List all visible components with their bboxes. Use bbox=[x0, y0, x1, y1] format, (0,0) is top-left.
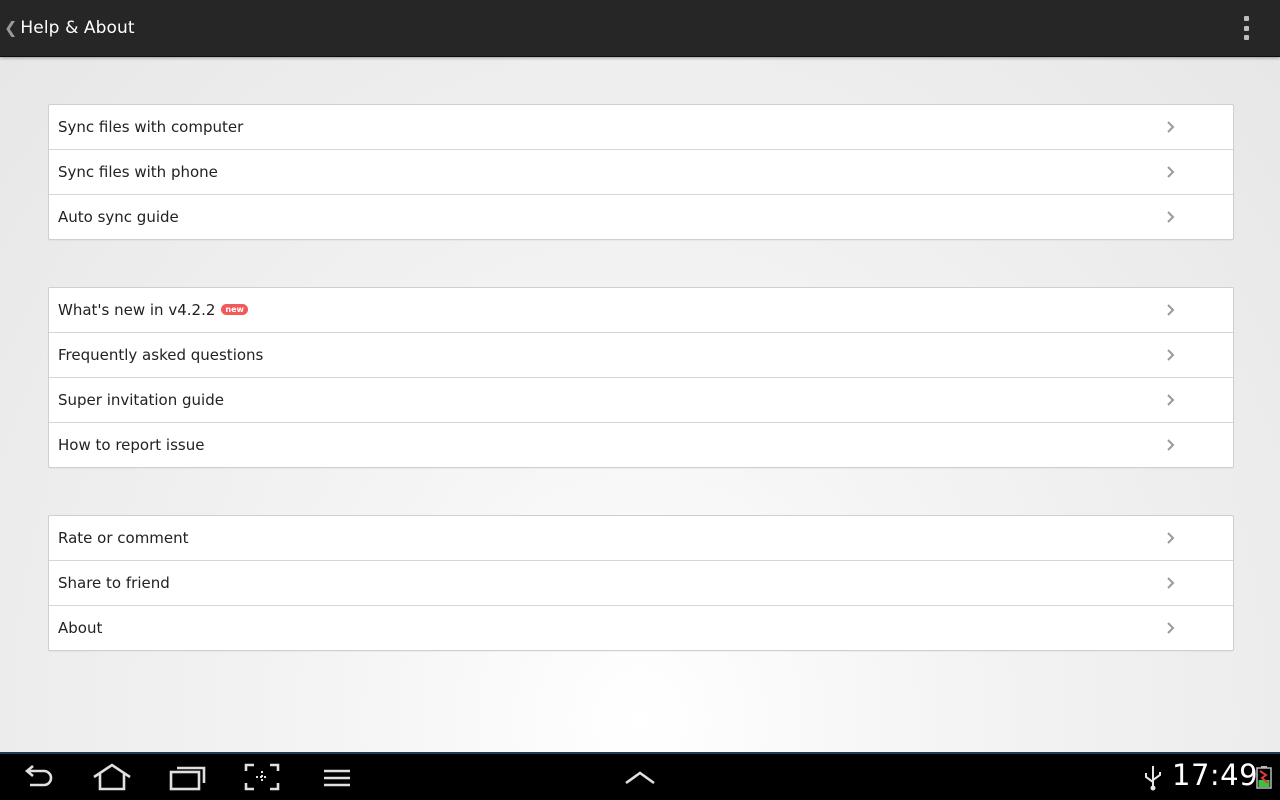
action-bar: ❮ Help & About bbox=[0, 0, 1280, 57]
chevron-right-icon bbox=[1167, 211, 1175, 223]
row-super-invitation[interactable]: Super invitation guide bbox=[49, 378, 1233, 423]
page-title: Help & About bbox=[20, 18, 135, 38]
row-label: Sync files with phone bbox=[58, 163, 218, 181]
chevron-right-icon bbox=[1167, 166, 1175, 178]
recent-apps-icon[interactable] bbox=[168, 762, 208, 794]
overflow-dot bbox=[1243, 16, 1249, 21]
row-about[interactable]: About bbox=[49, 606, 1233, 650]
chevron-right-icon bbox=[1167, 349, 1175, 361]
chevron-right-icon bbox=[1167, 439, 1175, 451]
row-label: How to report issue bbox=[58, 436, 205, 454]
whats-new-label: What's new in v4.2.2 bbox=[58, 301, 216, 319]
chevron-right-icon bbox=[1167, 121, 1175, 133]
overflow-dot bbox=[1243, 35, 1249, 40]
clock: 17:49 bbox=[1172, 758, 1259, 792]
row-report-issue[interactable]: How to report issue bbox=[49, 423, 1233, 467]
chevron-up-icon[interactable] bbox=[622, 762, 658, 794]
chevron-right-icon bbox=[1167, 577, 1175, 589]
chevron-right-icon bbox=[1167, 394, 1175, 406]
row-label: Sync files with computer bbox=[58, 118, 244, 136]
row-whats-new[interactable]: What's new in v4.2.2 new bbox=[49, 288, 1233, 333]
row-label: Share to friend bbox=[58, 574, 170, 592]
row-label: Frequently asked questions bbox=[58, 346, 264, 364]
screenshot-icon[interactable] bbox=[244, 762, 280, 794]
chevron-left-icon: ❮ bbox=[4, 17, 18, 37]
row-label: Rate or comment bbox=[58, 529, 189, 547]
overflow-menu-button[interactable] bbox=[1234, 16, 1258, 40]
group-about: Rate or comment Share to friend About bbox=[48, 515, 1234, 651]
back-button[interactable]: ❮ Help & About bbox=[0, 0, 135, 56]
overflow-dot bbox=[1243, 25, 1249, 31]
row-auto-sync-guide[interactable]: Auto sync guide bbox=[49, 195, 1233, 239]
row-faq[interactable]: Frequently asked questions bbox=[49, 333, 1233, 378]
row-rate-comment[interactable]: Rate or comment bbox=[49, 516, 1233, 561]
group-help: What's new in v4.2.2 new Frequently asked… bbox=[48, 287, 1234, 468]
menu-icon[interactable] bbox=[322, 762, 352, 794]
row-sync-computer[interactable]: Sync files with computer bbox=[49, 105, 1233, 150]
new-badge: new bbox=[221, 304, 248, 315]
back-icon[interactable] bbox=[20, 762, 56, 794]
row-share-friend[interactable]: Share to friend bbox=[49, 561, 1233, 606]
row-label: Auto sync guide bbox=[58, 208, 179, 226]
system-navigation-bar: 17:49 bbox=[0, 752, 1280, 800]
row-label: About bbox=[58, 619, 103, 637]
chevron-right-icon bbox=[1167, 532, 1175, 544]
row-label: Super invitation guide bbox=[58, 391, 224, 409]
row-sync-phone[interactable]: Sync files with phone bbox=[49, 150, 1233, 195]
group-sync: Sync files with computer Sync files with… bbox=[48, 104, 1234, 240]
home-icon[interactable] bbox=[92, 762, 132, 794]
usb-icon bbox=[1145, 766, 1161, 791]
chevron-right-icon bbox=[1167, 304, 1175, 316]
row-label: What's new in v4.2.2 new bbox=[49, 301, 248, 319]
battery-icon bbox=[1256, 766, 1272, 789]
chevron-right-icon bbox=[1167, 622, 1175, 634]
